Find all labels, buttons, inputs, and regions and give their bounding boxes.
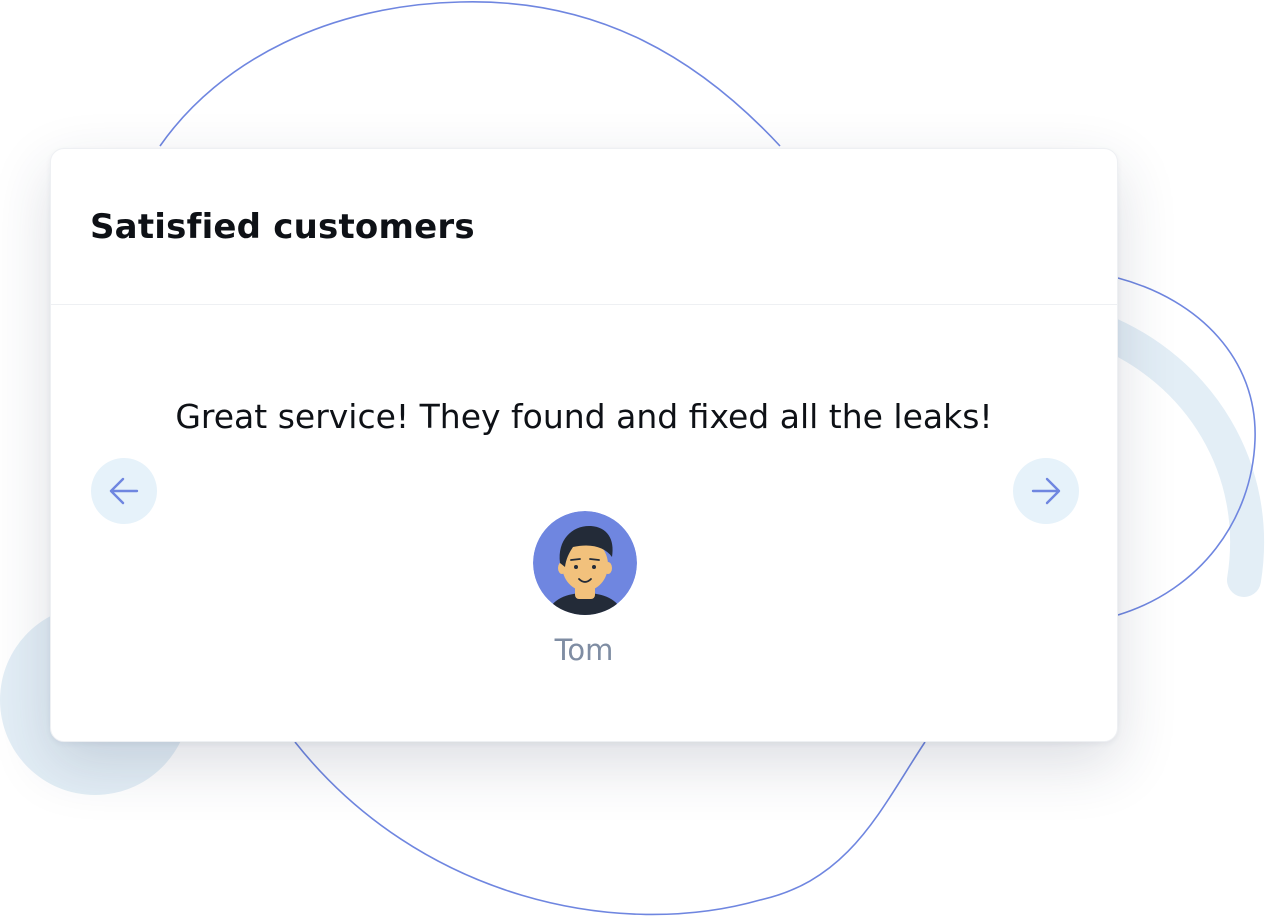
author-avatar <box>533 511 637 615</box>
testimonial-card: Satisfied customers Great service! They … <box>50 148 1118 742</box>
card-header: Satisfied customers <box>51 149 1117 305</box>
testimonial-author: Tom <box>554 633 614 667</box>
arrow-right-icon <box>1031 477 1061 505</box>
testimonial-quote: Great service! They found and fixed all … <box>175 397 993 436</box>
arrow-left-icon <box>109 477 139 505</box>
next-testimonial-button[interactable] <box>1013 458 1079 524</box>
card-title: Satisfied customers <box>90 206 475 247</box>
previous-testimonial-button[interactable] <box>91 458 157 524</box>
card-body: Great service! They found and fixed all … <box>51 305 1117 742</box>
man-avatar-icon <box>533 511 637 615</box>
decor-thick-arc <box>1083 313 1265 597</box>
